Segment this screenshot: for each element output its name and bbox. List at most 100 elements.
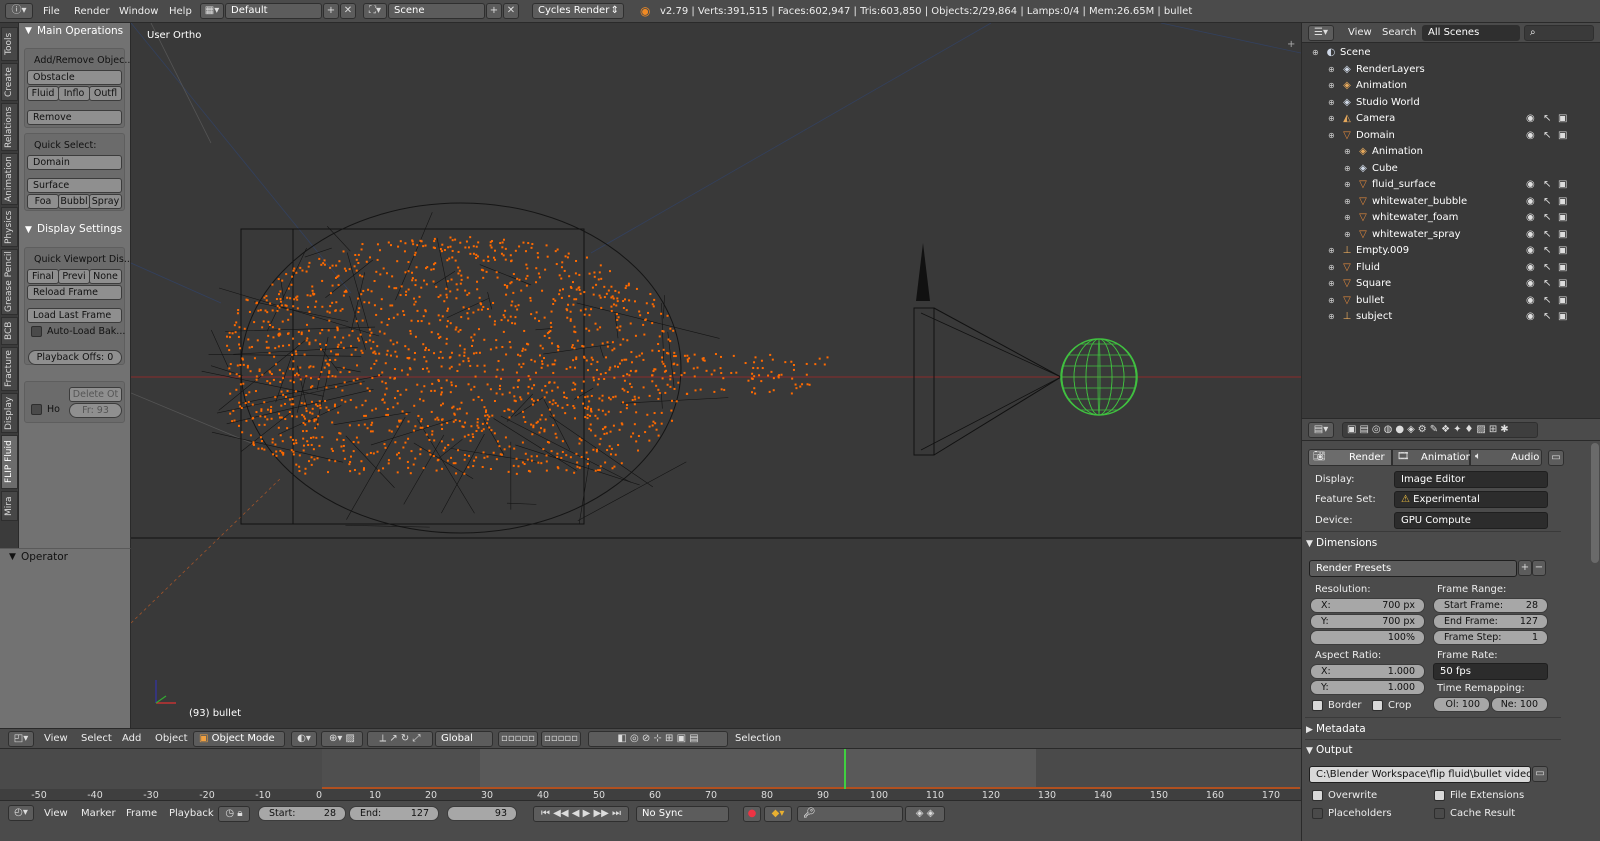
manipulator-icons[interactable]: ⟂ ↗ ↻ ⤢	[367, 731, 433, 747]
outliner-row[interactable]: ⊕ ▽ fluid_surface ◉ ↖ ▣	[1302, 177, 1600, 194]
layout-field[interactable]: Default	[225, 3, 322, 19]
overwrite-checkbox[interactable]	[1312, 790, 1323, 801]
orientation-select[interactable]: Global	[435, 731, 493, 747]
eye-icon[interactable]: ◉	[1526, 111, 1535, 127]
preview-range-icon[interactable]: ◷ 🔒︎	[218, 806, 250, 822]
eye-icon[interactable]: ◉	[1526, 276, 1535, 292]
keyframe-icons[interactable]: ◈ ◈	[905, 806, 945, 822]
feature-set-select[interactable]: ⚠ Experimental	[1394, 491, 1548, 508]
3d-viewport[interactable]: User Ortho (93) bullet +	[131, 23, 1301, 728]
aspect-x-field[interactable]: X: 1.000	[1310, 664, 1425, 679]
select-spray-button[interactable]: Spray	[89, 194, 122, 209]
keying-icon[interactable]: ◆▾	[764, 806, 792, 822]
record-icon[interactable]: ●	[743, 806, 761, 822]
device-select[interactable]: GPU Compute	[1394, 512, 1548, 529]
outliner-row[interactable]: ⊕ ▽ Fluid ◉ ↖ ▣	[1302, 260, 1600, 277]
outliner-row[interactable]: ⊕ ⊥ Empty.009 ◉ ↖ ▣	[1302, 243, 1600, 260]
output-title[interactable]: Output	[1316, 744, 1352, 756]
select-bubble-button[interactable]: Bubbl	[58, 194, 90, 209]
menu-view[interactable]: View	[1348, 23, 1372, 43]
reload-frame-button[interactable]: Reload Frame	[27, 285, 122, 300]
eye-icon[interactable]: ◉	[1526, 177, 1535, 193]
render-icon[interactable]: ▣	[1558, 111, 1567, 127]
shading-icon[interactable]: ◐▾	[291, 731, 317, 747]
expand-toggle-icon[interactable]: ⊕	[1328, 276, 1335, 292]
menu-render[interactable]: Render	[74, 0, 110, 23]
sync-select[interactable]: No Sync	[636, 806, 729, 822]
display-mode-select[interactable]: All Scenes	[1422, 25, 1520, 41]
expand-toggle-icon[interactable]: ⊕	[1328, 95, 1335, 111]
eye-icon[interactable]: ◉	[1526, 227, 1535, 243]
old-field[interactable]: Ol: 100	[1433, 697, 1490, 712]
expand-toggle-icon[interactable]: ⊕	[1328, 128, 1335, 144]
render-presets-select[interactable]: Render Presets	[1309, 560, 1517, 577]
eye-icon[interactable]: ◉	[1526, 260, 1535, 276]
playback-offset-field[interactable]: Playback Offs: 0	[28, 350, 122, 365]
new-field[interactable]: Ne: 100	[1491, 697, 1548, 712]
preview-button[interactable]: Previ	[58, 269, 90, 284]
eye-icon[interactable]: ◉	[1526, 210, 1535, 226]
folder-icon[interactable]: ▭	[1532, 766, 1548, 782]
mode-select[interactable]: ▣ Object Mode	[193, 731, 285, 747]
expand-icon[interactable]: +	[1287, 39, 1295, 50]
render-icon[interactable]: ▣	[1558, 309, 1567, 325]
lock-icon[interactable]: ▭	[1548, 450, 1564, 466]
remove-preset-icon[interactable]: −	[1532, 560, 1546, 576]
render-icon[interactable]: ▣	[1558, 210, 1567, 226]
operator-title[interactable]: Operator	[21, 551, 68, 563]
main-operations-title[interactable]: Main Operations	[37, 25, 123, 37]
outliner-row[interactable]: ⊕ ▽ Square ◉ ↖ ▣	[1302, 276, 1600, 293]
menu-file[interactable]: File	[43, 0, 60, 23]
close-scene-icon[interactable]: ✕	[503, 3, 519, 19]
menu-frame[interactable]: Frame	[126, 804, 157, 824]
outliner-row[interactable]: ⊕ ▽ whitewater_bubble ◉ ↖ ▣	[1302, 194, 1600, 211]
scene-icon[interactable]: ⛶▾	[363, 3, 387, 19]
menu-window[interactable]: Window	[119, 0, 158, 23]
scene-field[interactable]: Scene	[388, 3, 485, 19]
eye-icon[interactable]: ◉	[1526, 194, 1535, 210]
layout-icon[interactable]: ▦▾	[200, 3, 224, 19]
placeholders-checkbox[interactable]	[1312, 808, 1323, 819]
expand-toggle-icon[interactable]: ⊕	[1344, 210, 1351, 226]
select-domain-button[interactable]: Domain	[27, 155, 122, 170]
menu-object[interactable]: Object	[155, 729, 188, 749]
menu-marker[interactable]: Marker	[81, 804, 116, 824]
playback-controls-icons[interactable]: ⏮ ◀◀ ◀ ▶ ▶▶ ⏭	[533, 806, 629, 822]
frame-field[interactable]: Fr: 93	[69, 403, 122, 418]
outliner-row[interactable]: ⊕ ◈ RenderLayers	[1302, 62, 1600, 79]
frame-rate-select[interactable]: 50 fps	[1433, 663, 1548, 680]
fluid-button[interactable]: Fluid	[27, 86, 59, 101]
cursor-icon[interactable]: ↖	[1543, 227, 1551, 243]
editor-type-icon[interactable]: ☰▾	[1308, 25, 1334, 41]
collapse-icon[interactable]: ▼	[25, 225, 32, 235]
layers-right-icon[interactable]: ▫▫▫▫▫	[541, 731, 581, 747]
expand-toggle-icon[interactable]: ⊕	[1344, 227, 1351, 243]
tab-animation[interactable]: Animation	[1, 153, 18, 205]
render-icon[interactable]: ▣	[1558, 177, 1567, 193]
cursor-icon[interactable]: ↖	[1543, 309, 1551, 325]
menu-select[interactable]: Select	[81, 729, 112, 749]
eye-icon[interactable]: ◉	[1526, 293, 1535, 309]
border-checkbox[interactable]	[1312, 700, 1323, 711]
expand-toggle-icon[interactable]: ⊕	[1344, 144, 1351, 160]
expand-toggle-icon[interactable]: ⊕	[1328, 243, 1335, 259]
collapse-icon[interactable]: ▼	[25, 26, 32, 36]
select-surface-button[interactable]: Surface	[27, 178, 122, 193]
inflow-button[interactable]: Inflo	[58, 86, 90, 101]
current-frame-field[interactable]: 93	[447, 806, 517, 821]
crop-checkbox[interactable]	[1372, 700, 1383, 711]
editor-type-icon[interactable]: ◴▾	[8, 805, 34, 821]
load-last-frame-button[interactable]: Load Last Frame	[27, 308, 122, 323]
editor-type-icon[interactable]: ◰▾	[8, 731, 34, 747]
render-icon[interactable]: ▣	[1558, 194, 1567, 210]
outliner-row[interactable]: ⊕ ◐ Scene	[1302, 45, 1600, 62]
outliner-row[interactable]: ⊕ ▽ bullet ◉ ↖ ▣	[1302, 293, 1600, 310]
outliner-row[interactable]: ⊕ ◈ Cube	[1302, 161, 1600, 178]
expand-toggle-icon[interactable]: ⊕	[1328, 62, 1335, 78]
res-x-field[interactable]: X: 700 px	[1310, 598, 1425, 613]
outliner-row[interactable]: ⊕ ◈ Studio World	[1302, 95, 1600, 112]
ho-checkbox[interactable]	[31, 404, 42, 415]
expand-icon[interactable]: ▶	[1306, 725, 1313, 735]
render-tab[interactable]: 📷︎ Render	[1308, 449, 1392, 466]
outliner-search-input[interactable]: ⌕	[1524, 25, 1594, 41]
